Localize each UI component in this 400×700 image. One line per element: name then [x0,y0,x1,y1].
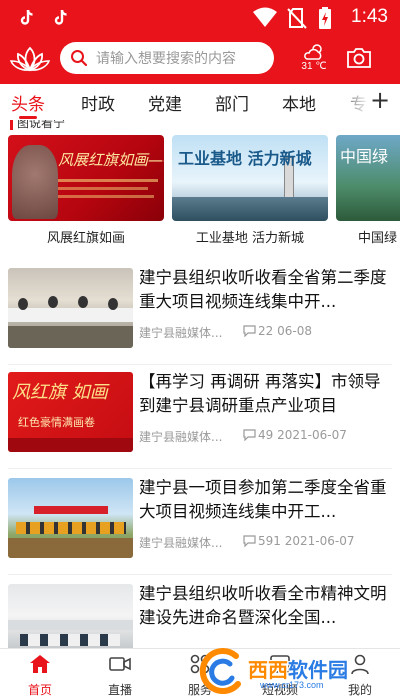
news-date: 2021-06-07 [277,428,347,442]
news-meta: 49 2021-06-07 [243,428,347,442]
news-title: 建宁县组织收听收看全市精神文明建设先进命名暨深化全国... [139,584,387,627]
photo-gallery: 图说看宁 风展红旗如画——三明 风展红旗如画 工业基地 活力新城 工业基地 活力… [0,120,400,250]
clock: 1:43 [351,6,388,27]
news-item[interactable]: 风红旗 如画 红色豪情满画卷 【再学习 再调研 再落实】市领导到建宁县调研重点产… [0,366,400,470]
gallery-card[interactable]: 风展红旗如画——三明 风展红旗如画 [8,135,164,246]
gallery-image-text: 中国绿 [340,147,389,166]
lotus-logo-icon [10,46,50,72]
news-thumbnail [8,268,133,348]
weather-temperature: 31 ℃ [301,61,327,72]
battery-charging-icon [319,7,331,29]
tab-departments[interactable]: 部门 [215,90,249,115]
top-bar: 请输入想要搜索的内容 31 ℃ [0,36,400,84]
comment-icon [243,429,256,441]
search-bar[interactable]: 请输入想要搜索的内容 [60,42,274,74]
comment-icon [243,325,256,337]
home-icon [30,655,50,673]
weather-widget[interactable]: 31 ℃ [294,40,334,80]
nav-live[interactable]: 直播 [90,653,150,698]
gallery-image-text: 风展红旗如画——三明 [58,151,164,169]
news-meta: 591 2021-06-07 [243,534,354,548]
status-bar: 1:43 [0,0,400,36]
no-sim-icon [287,8,307,29]
channel-tabs: 头条 时政 党建 部门 本地 专 + [0,84,400,120]
camera-icon[interactable] [346,46,372,70]
nav-live-label: 直播 [107,683,132,697]
wifi-icon [253,7,277,27]
gallery-image-text: 工业基地 活力新城 [178,149,312,168]
divider [8,364,392,365]
tab-local[interactable]: 本地 [282,90,316,115]
gallery-caption: 中国绿 [358,231,398,246]
watermark-logo-icon [199,648,241,694]
gallery-image: 工业基地 活力新城 [172,135,328,221]
tab-fade [330,84,370,120]
tab-politics[interactable]: 时政 [81,90,115,115]
tiktok-icon [54,9,67,25]
tab-party[interactable]: 党建 [148,90,182,115]
add-channel-button[interactable]: + [370,86,390,114]
partly-cloudy-icon [304,44,322,60]
gallery-heading: 图说看宁 [10,120,65,131]
news-item[interactable]: 建宁县组织收听收看全省第二季度重大项目视频连线集中开... 建宁县融媒体... … [0,262,400,366]
comment-count: 591 [258,534,281,548]
nav-home-label: 首页 [27,683,52,697]
tab-headline[interactable]: 头条 [11,90,45,115]
news-title: 【再学习 再调研 再落实】市领导到建宁县调研重点产业项目 [139,372,381,415]
gallery-image: 风展红旗如画——三明 [8,135,164,221]
active-tab-indicator [19,116,37,119]
news-item[interactable]: 建宁县一项目参加第二季度全省重大项目视频连线集中开工... 建宁县融媒体... … [0,472,400,576]
tiktok-icon [20,9,33,25]
divider [8,574,392,575]
comment-icon [243,535,256,547]
gallery-caption: 风展红旗如画 [46,231,125,246]
news-title: 建宁县组织收听收看全省第二季度重大项目视频连线集中开... [139,268,387,311]
news-date: 06-08 [277,324,312,338]
gallery-card[interactable]: 工业基地 活力新城 工业基地 活力新城 [172,135,328,246]
watermark-url: www.cr173.com [260,680,324,690]
search-icon [71,50,88,67]
comment-count: 22 [258,324,274,338]
nav-home[interactable]: 首页 [10,653,70,698]
news-thumbnail: 风红旗 如画 红色豪情满画卷 [8,372,133,452]
gallery-caption: 工业基地 活力新城 [195,231,305,246]
divider [8,468,392,469]
comment-count: 49 [258,428,274,442]
news-meta: 22 06-08 [243,324,312,338]
news-thumbnail [8,478,133,558]
news-source: 建宁县融媒体... [139,326,223,340]
watermark: 西西软件园 www.cr173.com [190,648,390,696]
news-source: 建宁县融媒体... [139,536,223,550]
news-source: 建宁县融媒体... [139,430,223,444]
watermark-text: 西西软件园 [248,658,348,682]
news-date: 2021-06-07 [284,534,355,548]
gallery-image: 中国绿 [336,135,400,221]
search-placeholder: 请输入想要搜索的内容 [96,51,236,67]
news-title: 建宁县一项目参加第二季度全省重大项目视频连线集中开工... [139,478,387,521]
video-camera-icon [109,657,131,671]
gallery-card[interactable]: 中国绿 中国绿 [336,135,400,246]
